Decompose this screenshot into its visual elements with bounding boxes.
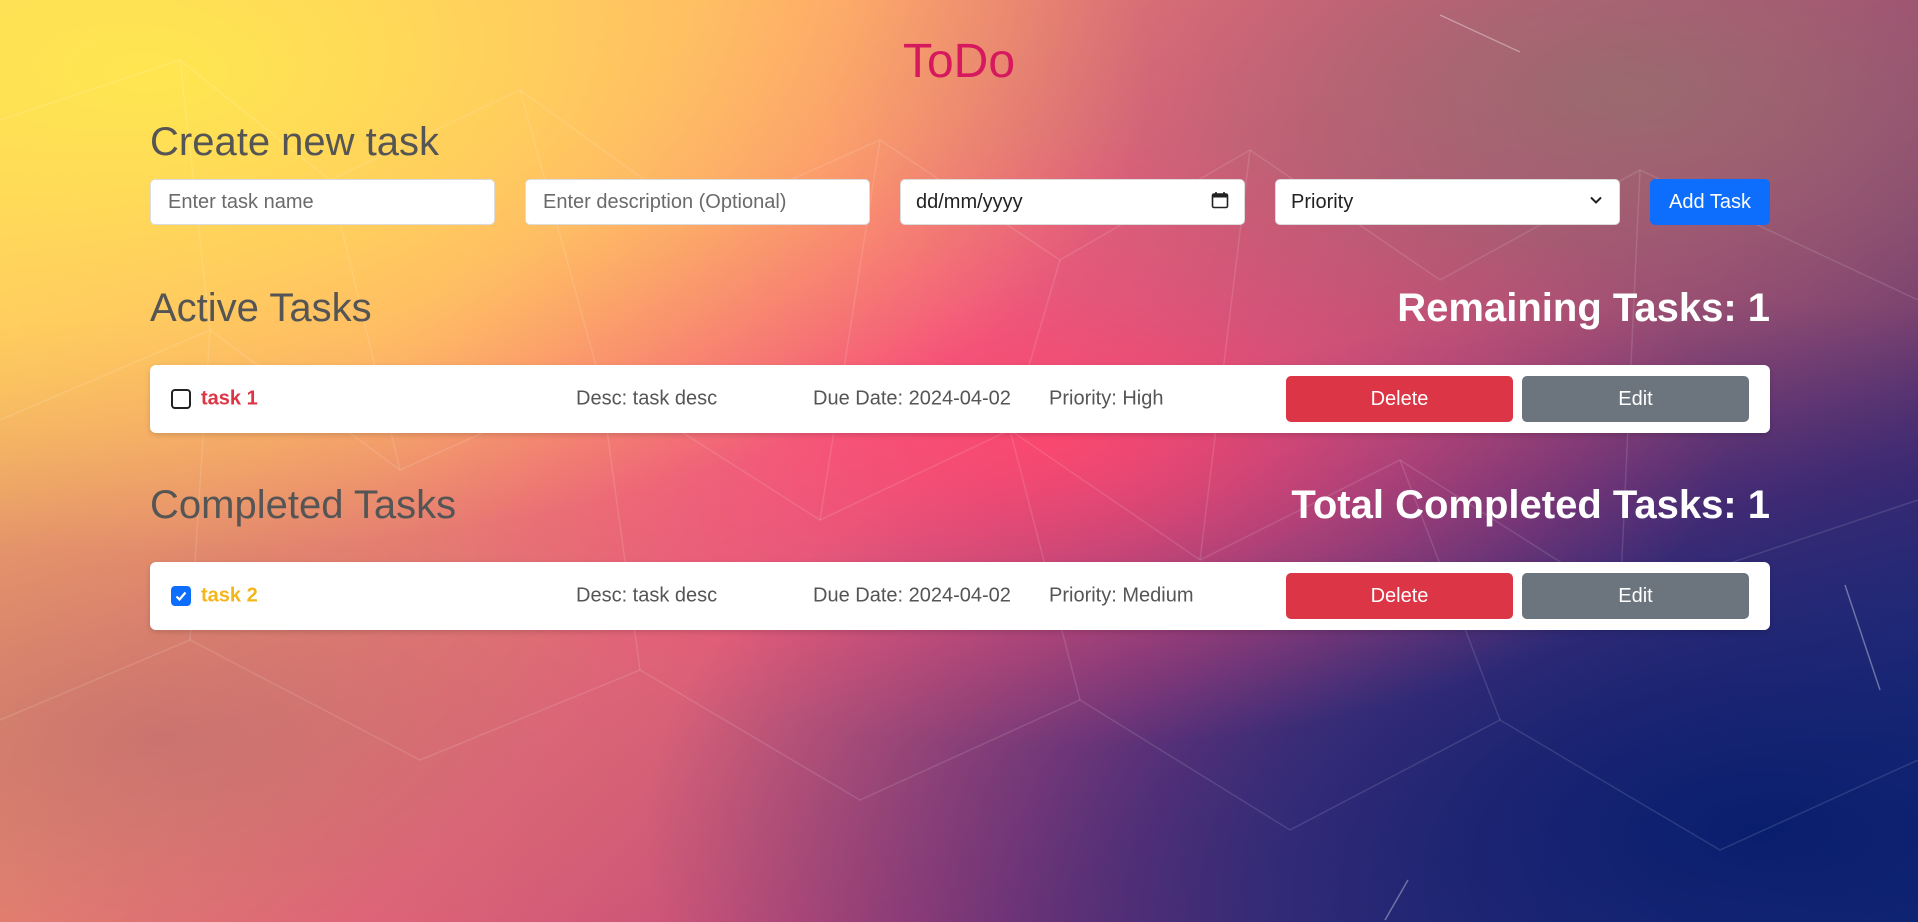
create-task-heading: Create new task bbox=[150, 120, 440, 164]
due-date-placeholder: dd/mm/yyyy bbox=[916, 190, 1023, 213]
app-title: ToDo bbox=[902, 35, 1016, 88]
active-tasks-heading: Active Tasks bbox=[150, 286, 372, 330]
task-priority: Priority: Medium bbox=[1049, 584, 1194, 607]
total-completed-count: Total Completed Tasks: 1 bbox=[1291, 483, 1770, 527]
due-date-input[interactable]: dd/mm/yyyy bbox=[900, 179, 1245, 225]
completed-task-card: task 2 Desc: task desc Due Date: 2024-04… bbox=[150, 562, 1770, 630]
priority-select[interactable]: Priority bbox=[1275, 179, 1620, 225]
active-task-card: task 1 Desc: task desc Due Date: 2024-04… bbox=[150, 365, 1770, 433]
checkmark-icon bbox=[175, 591, 187, 602]
task-description: Desc: task desc bbox=[576, 584, 718, 607]
delete-task-button[interactable]: Delete bbox=[1286, 573, 1513, 619]
delete-task-button[interactable]: Delete bbox=[1286, 376, 1513, 422]
task-name-input[interactable] bbox=[166, 189, 479, 215]
task-priority: Priority: High bbox=[1049, 387, 1164, 410]
priority-select-value: Priority bbox=[1291, 190, 1354, 213]
add-task-button[interactable]: Add Task bbox=[1650, 179, 1770, 225]
completed-tasks-heading: Completed Tasks bbox=[150, 483, 457, 527]
task-description-input[interactable] bbox=[541, 189, 854, 215]
task-name: task 1 bbox=[201, 387, 258, 410]
task-description: Desc: task desc bbox=[576, 387, 718, 410]
remaining-tasks-count: Remaining Tasks: 1 bbox=[1397, 286, 1770, 330]
task-complete-checkbox[interactable] bbox=[171, 586, 191, 606]
edit-task-button[interactable]: Edit bbox=[1522, 376, 1749, 422]
task-due-date: Due Date: 2024-04-02 bbox=[813, 584, 1011, 607]
task-due-date: Due Date: 2024-04-02 bbox=[813, 387, 1011, 410]
edit-task-button[interactable]: Edit bbox=[1522, 573, 1749, 619]
task-complete-checkbox[interactable] bbox=[171, 389, 191, 409]
task-description-field[interactable] bbox=[525, 179, 870, 225]
chevron-down-icon bbox=[1588, 192, 1604, 213]
task-name-field[interactable] bbox=[150, 179, 495, 225]
task-name: task 2 bbox=[201, 584, 258, 607]
calendar-icon[interactable] bbox=[1211, 191, 1229, 214]
